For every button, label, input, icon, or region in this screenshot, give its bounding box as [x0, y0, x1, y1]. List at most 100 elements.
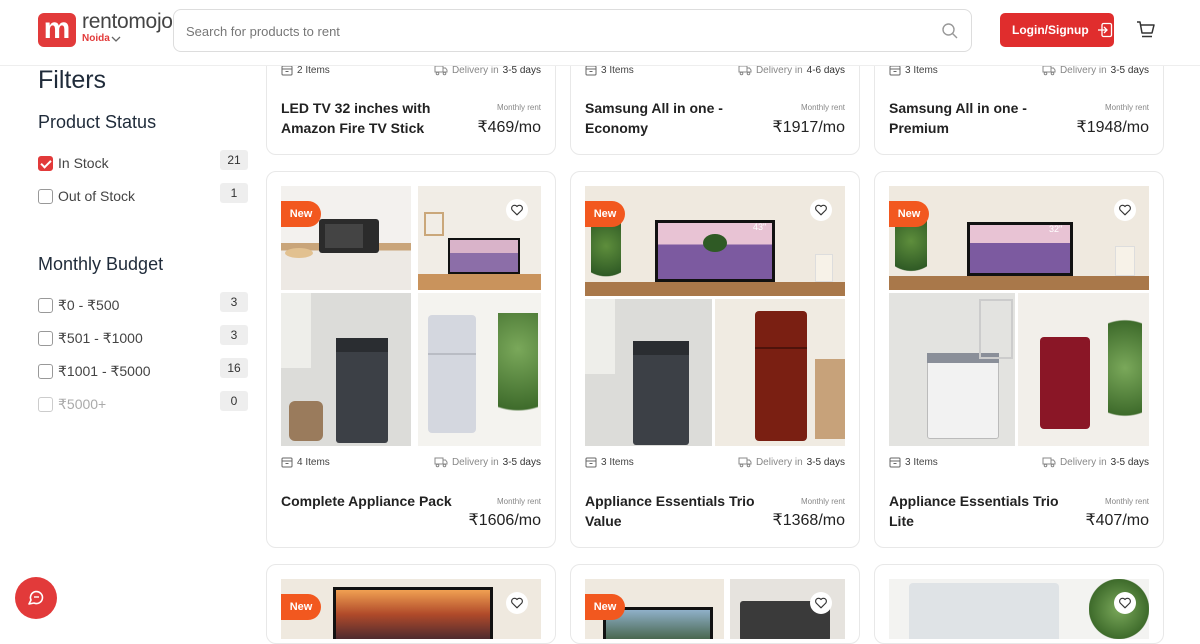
product-image[interactable]: New: [585, 579, 845, 639]
monthly-rent-label: Monthly rent: [1104, 497, 1149, 506]
items-icon: [585, 456, 597, 468]
filter-out-of-stock[interactable]: Out of Stock 1: [38, 183, 248, 206]
wishlist-heart-icon[interactable]: [810, 199, 832, 221]
product-price: ₹407/mo: [1085, 512, 1149, 529]
search-input[interactable]: [186, 20, 926, 42]
product-price: ₹1368/mo: [772, 512, 845, 529]
items-icon: [281, 456, 293, 468]
filter-label: ₹501 - ₹1000: [58, 329, 143, 346]
product-image[interactable]: [889, 579, 1149, 639]
delivery-truck-icon: [1042, 456, 1056, 468]
tv-size-label: 43": [753, 222, 767, 232]
appliance-image: [889, 579, 1149, 639]
filter-label: ₹5000+: [58, 395, 107, 412]
login-signup-label: Login/Signup: [1012, 23, 1089, 37]
tv-image: 32": [889, 186, 1149, 290]
login-icon: [1097, 22, 1112, 38]
filters-title: Filters: [38, 66, 107, 94]
city-selector[interactable]: Noida: [82, 33, 110, 44]
filter-label: ₹0 - ₹500: [58, 296, 120, 313]
delivery-prefix: Delivery in: [451, 64, 499, 76]
brand-name[interactable]: rentomojo: [82, 10, 173, 34]
in-stock-checkbox[interactable]: [38, 155, 53, 171]
product-image[interactable]: New: [281, 186, 541, 446]
items-count: 4 Items: [297, 456, 330, 468]
product-image[interactable]: 32" New: [889, 186, 1149, 446]
new-badge: New: [281, 201, 321, 227]
product-price: ₹1606/mo: [468, 512, 541, 529]
monthly-rent-label: Monthly rent: [496, 103, 541, 112]
product-image[interactable]: New: [281, 579, 541, 639]
tv-image: 43": [585, 186, 845, 296]
product-name[interactable]: Samsung All in one - Economy: [585, 98, 765, 138]
product-price: ₹1917/mo: [772, 119, 845, 136]
product-card[interactable]: 43" New 3 Items Delivery in 3-5 days Appl…: [570, 171, 860, 548]
filters-sidebar: Filters Product Status In Stock 21 Out o…: [0, 66, 260, 630]
chat-support-button[interactable]: [15, 577, 57, 619]
product-card[interactable]: New: [570, 564, 860, 644]
card-meta: 3 Items Delivery in 3-5 days: [889, 455, 1149, 469]
new-badge: New: [585, 594, 625, 620]
product-card[interactable]: New: [266, 564, 556, 644]
product-card[interactable]: [874, 564, 1164, 644]
tv-size-label: 32": [1049, 224, 1063, 234]
items-icon: [889, 456, 901, 468]
monthly-rent-label: Monthly rent: [496, 497, 541, 506]
login-signup-button[interactable]: Login/Signup: [1000, 13, 1114, 47]
wishlist-heart-icon[interactable]: [506, 592, 528, 614]
delivery-days: 3-5 days: [502, 64, 541, 76]
budget-checkbox[interactable]: [38, 330, 53, 346]
budget-checkbox[interactable]: [38, 297, 53, 313]
delivery-prefix: Delivery in: [451, 456, 499, 468]
search-bar[interactable]: [173, 9, 972, 52]
delivery-prefix: Delivery in: [1059, 64, 1107, 76]
filter-budget-501-1000[interactable]: ₹501 - ₹1000 3: [38, 325, 248, 348]
refrigerator-image: [715, 299, 845, 446]
product-name[interactable]: Complete Appliance Pack: [281, 491, 461, 511]
brand-logo[interactable]: m: [38, 13, 76, 47]
product-image[interactable]: 43" New: [585, 186, 845, 446]
delivery-days: 3-5 days: [806, 456, 845, 468]
delivery-truck-icon: [738, 456, 752, 468]
filter-count: 1: [220, 183, 248, 203]
filter-count: 0: [220, 391, 248, 411]
refrigerator-image: [418, 293, 541, 446]
product-name[interactable]: LED TV 32 inches with Amazon Fire TV Sti…: [281, 98, 461, 138]
items-count: 3 Items: [601, 64, 634, 76]
delivery-prefix: Delivery in: [755, 456, 803, 468]
product-name[interactable]: Appliance Essentials Trio Value: [585, 491, 765, 531]
new-badge: New: [585, 201, 625, 227]
items-count: 3 Items: [601, 456, 634, 468]
product-name[interactable]: Samsung All in one - Premium: [889, 98, 1069, 138]
filter-budget-0-500[interactable]: ₹0 - ₹500 3: [38, 292, 248, 315]
product-price: ₹1948/mo: [1076, 119, 1149, 136]
cart-icon[interactable]: [1136, 20, 1156, 40]
product-card[interactable]: New 4 Items Delivery in 3-5 days Complete…: [266, 171, 556, 548]
chat-icon: [28, 590, 44, 605]
filter-in-stock[interactable]: In Stock 21: [38, 150, 248, 173]
monthly-rent-label: Monthly rent: [800, 497, 845, 506]
wishlist-heart-icon[interactable]: [1114, 199, 1136, 221]
delivery-truck-icon: [434, 456, 448, 468]
filter-label: In Stock: [58, 155, 109, 171]
items-count: 3 Items: [905, 64, 938, 76]
budget-checkbox: [38, 396, 53, 412]
product-name[interactable]: Appliance Essentials Trio Lite: [889, 491, 1069, 531]
search-icon[interactable]: [941, 22, 959, 40]
product-card[interactable]: 32" New 3 Items Delivery in 3-5 days Appl…: [874, 171, 1164, 548]
budget-checkbox[interactable]: [38, 363, 53, 379]
filter-budget-1001-5000[interactable]: ₹1001 - ₹5000 16: [38, 358, 248, 381]
refrigerator-image: [1018, 293, 1149, 446]
delivery-days: 4-6 days: [806, 64, 845, 76]
chevron-down-icon[interactable]: [111, 35, 121, 43]
out-of-stock-checkbox[interactable]: [38, 188, 53, 204]
monthly-budget-title: Monthly Budget: [38, 254, 164, 274]
wishlist-heart-icon[interactable]: [810, 592, 832, 614]
wishlist-heart-icon[interactable]: [506, 199, 528, 221]
wishlist-heart-icon[interactable]: [1114, 592, 1136, 614]
header: m rentomojo Noida Login/Signup: [0, 0, 1200, 66]
filter-label: ₹1001 - ₹5000: [58, 362, 151, 379]
washing-machine-image: [585, 299, 712, 446]
filter-count: 3: [220, 325, 248, 345]
items-count: 3 Items: [905, 456, 938, 468]
